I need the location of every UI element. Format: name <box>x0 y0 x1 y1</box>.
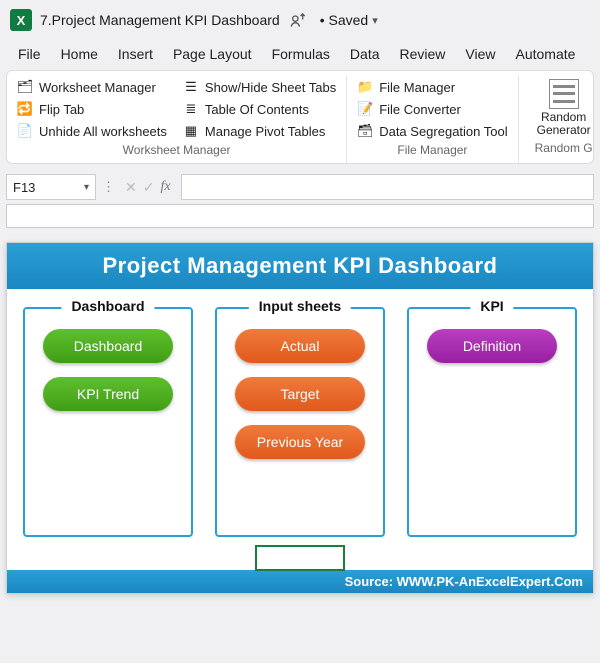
btn-definition[interactable]: Definition <box>427 329 557 363</box>
name-box[interactable]: F13 ▾ <box>6 174 96 200</box>
cmd-random-generator[interactable]: RandomGenerator <box>529 77 599 137</box>
calculator-icon <box>549 79 579 109</box>
file-name: 7.Project Management KPI Dashboard <box>40 12 280 28</box>
source-bar: Source: WWW.PK-AnExcelExpert.Com <box>7 570 593 593</box>
chevron-down-icon: ▾ <box>372 14 378 27</box>
excel-app-icon <box>10 9 32 31</box>
name-box-value: F13 <box>13 180 35 195</box>
group-label: Random G <box>529 137 599 159</box>
cmd-label: Table Of Contents <box>205 102 309 117</box>
btn-target[interactable]: Target <box>235 377 365 411</box>
cmd-label: Data Segregation Tool <box>379 124 507 139</box>
pivot-icon: ▦ <box>183 123 199 139</box>
dashboard-title: Project Management KPI Dashboard <box>7 243 593 289</box>
tab-view[interactable]: View <box>465 46 495 62</box>
panel-title: Dashboard <box>61 298 154 314</box>
tab-data[interactable]: Data <box>350 46 380 62</box>
ribbon-group-worksheet-manager: 🗂 Worksheet Manager 🔁 Flip Tab 📄 Unhide All… <box>7 75 347 163</box>
group-label: File Manager <box>357 139 507 161</box>
tab-review[interactable]: Review <box>400 46 446 62</box>
panel-dashboard: Dashboard Dashboard KPI Trend <box>23 307 193 537</box>
panel-input-sheets: Input sheets Actual Target Previous Year <box>215 307 385 537</box>
ribbon-group-random-generator: RandomGenerator Random G <box>519 75 600 163</box>
cmd-file-manager[interactable]: 📁 File Manager <box>357 79 507 95</box>
fx-label[interactable]: fx <box>160 179 170 195</box>
unhide-icon: 📄 <box>17 123 33 139</box>
saved-label: • Saved <box>320 12 369 28</box>
btn-kpi-trend[interactable]: KPI Trend <box>43 377 173 411</box>
titlebar: 7.Project Management KPI Dashboard • Sav… <box>0 0 600 40</box>
cmd-worksheet-manager[interactable]: 🗂 Worksheet Manager <box>17 79 167 95</box>
ribbon-group-file-manager: 📁 File Manager 📝 File Converter 🗃 Data Segr… <box>347 75 518 163</box>
cmd-label-line2: Generator <box>537 123 591 137</box>
btn-actual[interactable]: Actual <box>235 329 365 363</box>
selected-cell-outline[interactable] <box>255 545 345 571</box>
grip-icon: ⋮ <box>102 179 115 195</box>
tabs-icon: ☰ <box>183 79 199 95</box>
tab-automate[interactable]: Automate <box>516 46 576 62</box>
cmd-data-segregation[interactable]: 🗃 Data Segregation Tool <box>357 123 507 139</box>
convert-icon: 📝 <box>357 101 373 117</box>
panel-kpi: KPI Definition <box>407 307 577 537</box>
cmd-unhide-all[interactable]: 📄 Unhide All worksheets <box>17 123 167 139</box>
btn-previous-year[interactable]: Previous Year <box>235 425 365 459</box>
segregation-icon: 🗃 <box>357 123 373 139</box>
cmd-manage-pivot[interactable]: ▦ Manage Pivot Tables <box>183 123 336 139</box>
cancel-icon[interactable]: ✕ <box>125 179 137 196</box>
cmd-file-converter[interactable]: 📝 File Converter <box>357 101 507 117</box>
ribbon: 🗂 Worksheet Manager 🔁 Flip Tab 📄 Unhide All… <box>6 70 594 164</box>
formula-bar-row: F13 ▾ ⋮ ✕ ✓ fx <box>6 174 594 200</box>
cmd-label: Worksheet Manager <box>39 80 156 95</box>
cmd-show-hide-tabs[interactable]: ☰ Show/Hide Sheet Tabs <box>183 79 336 95</box>
cmd-label: File Converter <box>379 102 461 117</box>
formula-input[interactable] <box>181 174 594 200</box>
tab-formulas[interactable]: Formulas <box>272 46 330 62</box>
folder-icon: 📁 <box>357 79 373 95</box>
formula-input-extended[interactable] <box>6 204 594 228</box>
ribbon-tabs: File Home Insert Page Layout Formulas Da… <box>0 40 600 70</box>
panel-title: Input sheets <box>249 298 351 314</box>
cmd-label: Flip Tab <box>39 102 84 117</box>
formula-controls: ✕ ✓ fx <box>121 179 175 196</box>
tab-file[interactable]: File <box>18 46 41 62</box>
cmd-label: Show/Hide Sheet Tabs <box>205 80 336 95</box>
tab-insert[interactable]: Insert <box>118 46 153 62</box>
group-label: Worksheet Manager <box>17 139 336 161</box>
btn-dashboard[interactable]: Dashboard <box>43 329 173 363</box>
panel-title: KPI <box>470 298 513 314</box>
tab-page-layout[interactable]: Page Layout <box>173 46 252 62</box>
worksheet-icon: 🗂 <box>17 79 33 95</box>
cmd-label: Unhide All worksheets <box>39 124 167 139</box>
flip-icon: 🔁 <box>17 101 33 117</box>
cmd-label-line1: Random <box>541 110 586 124</box>
cmd-flip-tab[interactable]: 🔁 Flip Tab <box>17 101 167 117</box>
cmd-label: File Manager <box>379 80 455 95</box>
chevron-down-icon: ▾ <box>84 182 89 193</box>
enter-icon[interactable]: ✓ <box>143 179 155 196</box>
share-icon[interactable] <box>288 12 306 28</box>
tab-home[interactable]: Home <box>61 46 98 62</box>
list-icon: ≣ <box>183 101 199 117</box>
saved-status[interactable]: • Saved ▾ <box>320 12 378 28</box>
worksheet-canvas: Project Management KPI Dashboard Dashboa… <box>6 242 594 594</box>
cmd-toc[interactable]: ≣ Table Of Contents <box>183 101 336 117</box>
cmd-label: Manage Pivot Tables <box>205 124 325 139</box>
